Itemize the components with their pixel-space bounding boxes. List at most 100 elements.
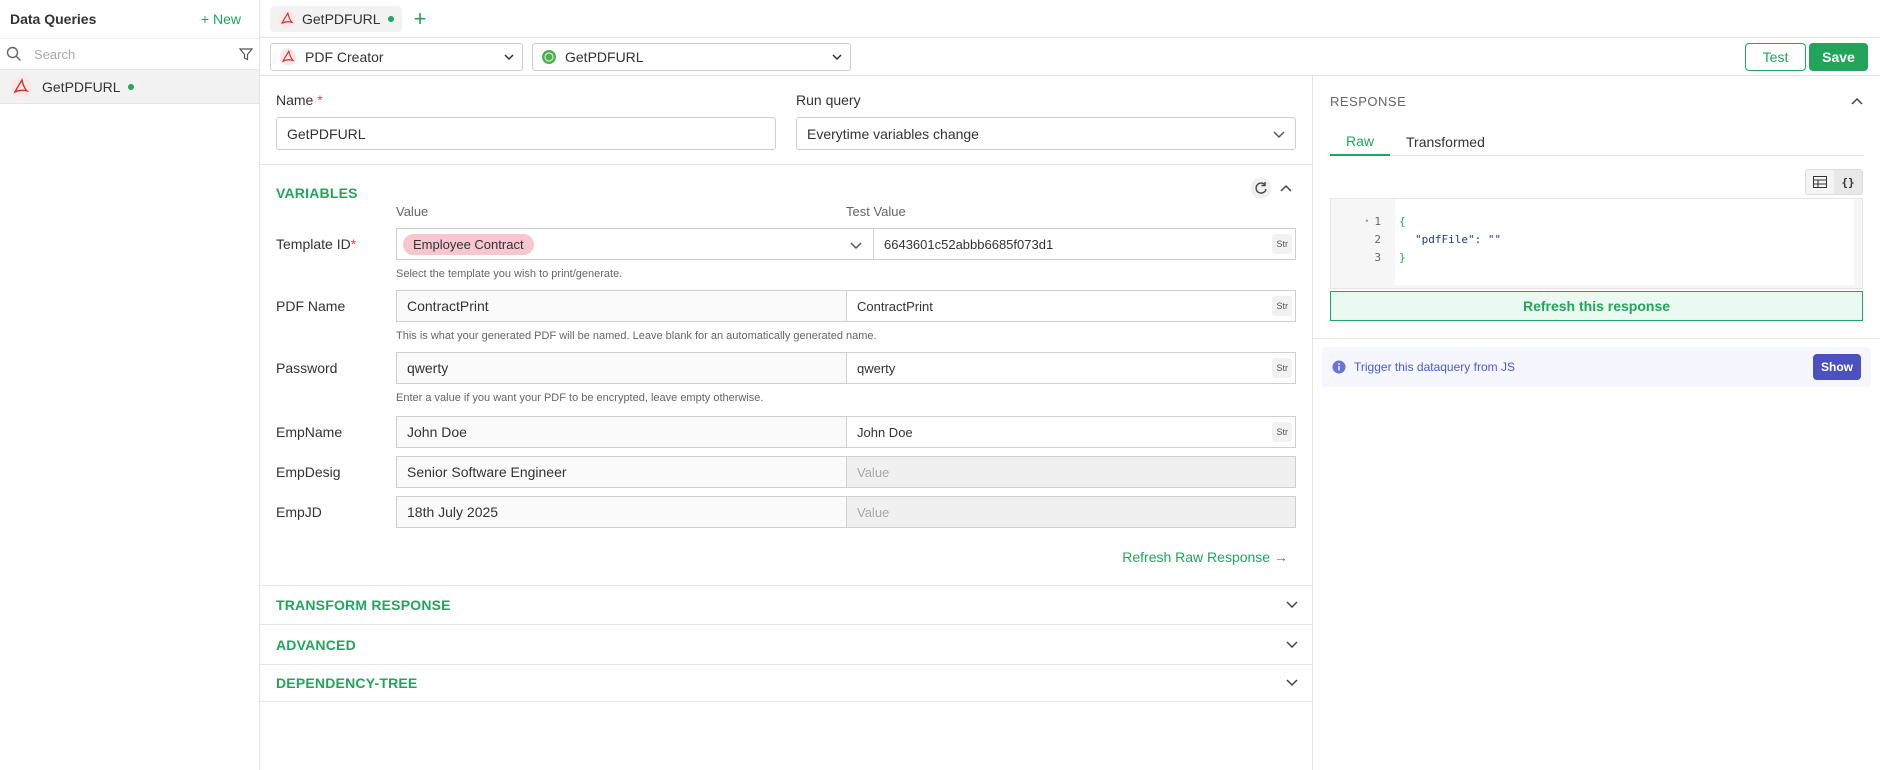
- trigger-js-banner: Trigger this dataquery from JS Show: [1322, 347, 1871, 387]
- query-editor: Name * GetPDFURL Run query Everytime var…: [260, 76, 1313, 770]
- type-badge: Str: [1272, 422, 1292, 442]
- chevron-down-icon: [504, 53, 514, 60]
- field-hint: Enter a value if you want your PDF to be…: [396, 392, 764, 404]
- var-label-pdf-name: PDF Name: [276, 298, 346, 314]
- response-title: RESPONSE: [1330, 94, 1407, 109]
- var-label-empjd: EmpJD: [276, 504, 322, 520]
- var-label-empname: EmpName: [276, 424, 343, 440]
- chevron-down-icon: [1273, 130, 1285, 138]
- status-dot: [127, 83, 134, 90]
- code-line: }: [1399, 251, 1406, 264]
- required-mark: *: [350, 236, 357, 252]
- tab-transformed[interactable]: Transformed: [1390, 128, 1501, 156]
- chevron-up-icon[interactable]: [1280, 183, 1292, 195]
- refresh-icon[interactable]: [1250, 177, 1272, 199]
- query-name: GetPDFURL: [42, 78, 121, 95]
- var-label-empdesig: EmpDesig: [276, 464, 341, 480]
- chevron-down-icon[interactable]: [1286, 638, 1298, 650]
- password-test-input[interactable]: qwerty Str: [846, 352, 1296, 384]
- tab-raw[interactable]: Raw: [1330, 128, 1391, 156]
- template-test-input[interactable]: 6643601c52abbb6685f073d1 Str: [873, 228, 1296, 260]
- code-line: "pdfFile": "": [1415, 233, 1502, 246]
- test-value-column-header: Test Value: [846, 204, 906, 219]
- advanced-section[interactable]: ADVANCED: [276, 637, 356, 653]
- pdf-icon: [279, 47, 297, 66]
- test-button[interactable]: Test: [1745, 43, 1806, 71]
- line-gutter: 1 2 3 ▾: [1331, 199, 1395, 288]
- empdesig-test-input[interactable]: Value: [846, 456, 1296, 488]
- json-view-icon[interactable]: {}: [1834, 170, 1862, 194]
- transform-response-section[interactable]: TRANSFORM RESPONSE: [276, 597, 451, 613]
- run-query-value: Everytime variables change: [807, 125, 979, 142]
- empdesig-input[interactable]: Senior Software Engineer: [396, 456, 846, 488]
- query-tab-bar: GetPDFURL +: [260, 0, 1880, 38]
- list-item[interactable]: GetPDFURL: [0, 70, 259, 104]
- type-badge: Str: [1272, 234, 1292, 254]
- line-number: 2: [1374, 233, 1381, 246]
- name-input[interactable]: GetPDFURL: [276, 117, 776, 150]
- test-value: John Doe: [857, 424, 913, 440]
- chevron-down-icon[interactable]: [1286, 598, 1298, 610]
- info-icon: [1332, 360, 1346, 374]
- pdf-name-test-input[interactable]: ContractPrint Str: [846, 290, 1296, 322]
- name-label: Name: [276, 92, 314, 108]
- password-input[interactable]: qwerty: [396, 352, 846, 384]
- sidebar-header: Data Queries + New: [0, 0, 259, 38]
- field-hint: Select the template you wish to print/ge…: [396, 268, 623, 280]
- trigger-text: Trigger this dataquery from JS: [1354, 360, 1515, 374]
- test-value: 6643601c52abbb6685f073d1: [884, 236, 1054, 252]
- empjd-test-input[interactable]: Value: [846, 496, 1296, 528]
- response-panel: RESPONSE Raw Transformed {} 1 2 3 ▾ { "p…: [1313, 76, 1880, 770]
- save-button[interactable]: Save: [1809, 43, 1868, 71]
- test-value: ContractPrint: [857, 298, 933, 314]
- globe-icon: [542, 49, 556, 64]
- name-label-group: Name *: [276, 92, 323, 108]
- datasource-select[interactable]: PDF Creator: [270, 42, 523, 71]
- add-tab-button[interactable]: +: [414, 7, 427, 29]
- test-value: qwerty: [857, 360, 896, 376]
- show-button[interactable]: Show: [1813, 354, 1861, 380]
- chevron-down-icon: [832, 53, 842, 60]
- tab-getpdfurl[interactable]: GetPDFURL: [270, 5, 402, 32]
- pdf-name-input[interactable]: ContractPrint: [396, 290, 846, 322]
- dependency-tree-section[interactable]: DEPENDENCY-TREE: [276, 675, 417, 691]
- query-toolbar: PDF Creator GetPDFURL Test Save: [260, 38, 1880, 76]
- empname-test-input[interactable]: John Doe Str: [846, 416, 1296, 448]
- type-badge: Str: [1272, 358, 1292, 378]
- empjd-input[interactable]: 18th July 2025: [396, 496, 846, 528]
- response-tabs: Raw Transformed: [1330, 128, 1863, 156]
- value-column-header: Value: [396, 204, 429, 219]
- search-input[interactable]: Search: [34, 47, 239, 62]
- var-label-password: Password: [276, 360, 338, 376]
- tab-label: GetPDFURL: [302, 10, 381, 27]
- query-label: GetPDFURL: [565, 48, 644, 65]
- field-hint: This is what your generated PDF will be …: [396, 330, 877, 342]
- var-label-text: Template ID: [276, 236, 351, 252]
- empname-input[interactable]: John Doe: [396, 416, 846, 448]
- sidebar-title: Data Queries: [10, 11, 97, 27]
- run-query-label: Run query: [796, 92, 861, 108]
- table-view-icon[interactable]: [1806, 170, 1834, 194]
- search-icon: [6, 46, 21, 61]
- refresh-raw-response-link[interactable]: Refresh Raw Response →: [1122, 549, 1288, 565]
- filter-icon[interactable]: [239, 47, 253, 61]
- new-query-button[interactable]: + New: [201, 11, 241, 27]
- template-chip[interactable]: Employee Contract: [403, 233, 534, 255]
- query-select[interactable]: GetPDFURL: [532, 42, 851, 71]
- chevron-up-icon[interactable]: [1851, 96, 1863, 108]
- data-queries-sidebar: Data Queries + New Search GetPDFURL: [0, 0, 260, 770]
- view-toggle: {}: [1805, 169, 1863, 195]
- refresh-response-button[interactable]: Refresh this response: [1330, 291, 1863, 321]
- pdf-icon: [278, 9, 296, 28]
- pdf-icon: [10, 76, 32, 97]
- status-dot: [387, 15, 394, 22]
- run-query-select[interactable]: Everytime variables change: [796, 117, 1296, 150]
- line-number: 3: [1374, 251, 1381, 264]
- type-badge: Str: [1272, 296, 1292, 316]
- template-select[interactable]: Employee Contract: [396, 228, 862, 260]
- variables-section-title[interactable]: VARIABLES: [276, 185, 358, 201]
- response-code-viewer[interactable]: 1 2 3 ▾ { "pdfFile": "" }: [1330, 198, 1863, 289]
- chevron-down-icon[interactable]: [1286, 676, 1298, 688]
- search-bar[interactable]: Search: [0, 38, 259, 70]
- fold-icon[interactable]: ▾: [1365, 217, 1369, 225]
